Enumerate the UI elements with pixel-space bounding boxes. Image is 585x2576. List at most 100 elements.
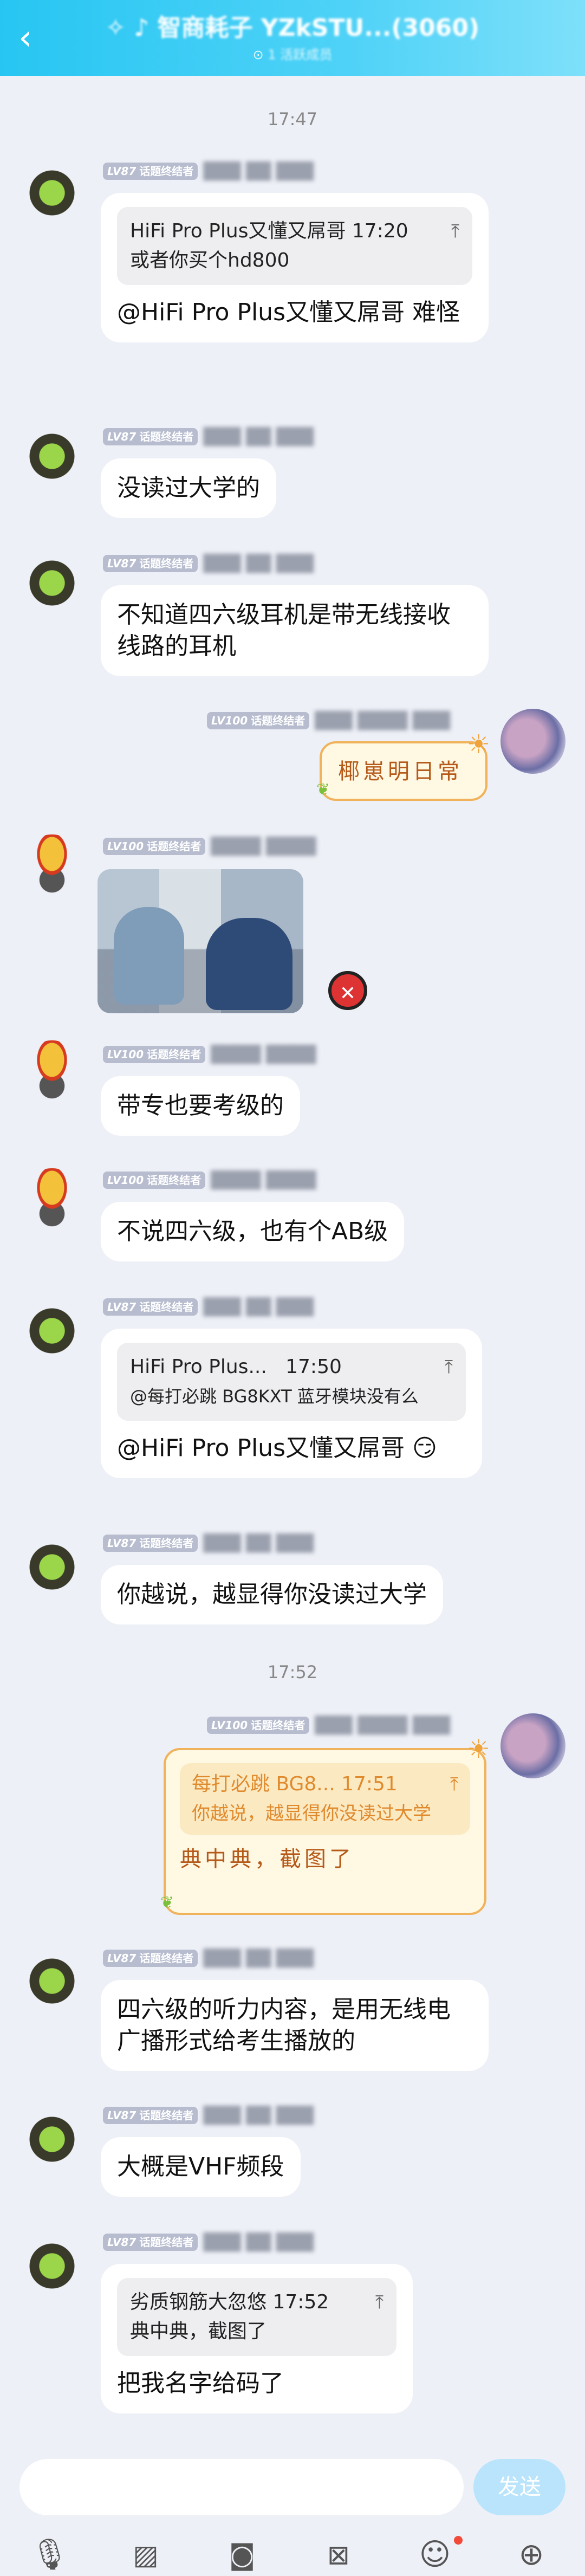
sun-decoration-icon: ☀ bbox=[467, 729, 491, 760]
level-badge: LV87 话题终结者 bbox=[103, 2107, 198, 2124]
message-text: 四六级的听力内容，是用无线电广播形式给考生播放的 bbox=[117, 1996, 451, 2055]
leaf-decoration-icon: ❦ bbox=[316, 780, 330, 799]
quoted-message[interactable]: 劣质钢筋大忽悠 17:52 ⤒ 典中典，截图了 bbox=[117, 2278, 396, 2356]
sticker-icon[interactable]: ✕ bbox=[328, 971, 367, 1010]
message-text: 大概是VHF频段 bbox=[117, 2153, 284, 2180]
avatar[interactable] bbox=[20, 547, 84, 612]
timestamp: 17:47 bbox=[267, 109, 318, 130]
quote-author: HiFi Pro Plus又懂又屌哥 17:20 bbox=[130, 220, 408, 242]
message-bubble[interactable]: HiFi Pro Plus... 17:50 ⤒ @每打必跳 BG8KXT 蓝牙… bbox=[101, 1329, 482, 1478]
message-bubble[interactable]: 带专也要考级的 bbox=[101, 1076, 300, 1136]
message-text: 带专也要考级的 bbox=[117, 1092, 284, 1119]
avatar[interactable] bbox=[20, 1295, 84, 1360]
avatar[interactable] bbox=[20, 1040, 84, 1105]
sender-meta: LV87 话题终结者 ███ ██ ███ bbox=[103, 1947, 314, 1969]
message-text: 典中典，截图了 bbox=[180, 1847, 354, 1872]
avatar[interactable] bbox=[20, 1531, 84, 1596]
sender-meta: LV87 话题终结者 ███ ██ ███ bbox=[103, 1296, 314, 1318]
avatar[interactable] bbox=[20, 2230, 84, 2295]
message-text: 不知道四六级耳机是带无线接收线路的耳机 bbox=[117, 601, 451, 660]
level-badge: LV87 话题终结者 bbox=[103, 1535, 198, 1552]
sender-name: ███ ████ ███ bbox=[315, 1716, 451, 1735]
sender-name: ████ ████ bbox=[211, 1045, 316, 1064]
quoted-message[interactable]: HiFi Pro Plus... 17:50 ⤒ @每打必跳 BG8KXT 蓝牙… bbox=[117, 1343, 466, 1421]
avatar[interactable] bbox=[20, 420, 84, 486]
level-badge: LV87 话题终结者 bbox=[103, 163, 198, 180]
message-bubble[interactable]: 你越说，越显得你没读过大学 bbox=[101, 1565, 443, 1624]
sender-name: ███ ██ ███ bbox=[203, 2232, 314, 2252]
sender-name: ███ ██ ███ bbox=[203, 1297, 314, 1317]
mic-icon[interactable]: 🎙︎ bbox=[30, 2536, 69, 2574]
emoji-icon[interactable]: ☺ bbox=[416, 2536, 454, 2574]
avatar[interactable] bbox=[500, 709, 566, 774]
sender-meta: LV100 话题终结者 ████ ████ bbox=[103, 1169, 316, 1191]
message-bubble[interactable]: HiFi Pro Plus又懂又屌哥 17:20 ⤒ 或者你买个hd800 @H… bbox=[101, 193, 489, 342]
avatar[interactable] bbox=[20, 2103, 84, 2169]
quote-author: 劣质钢筋大忽悠 17:52 bbox=[130, 2291, 329, 2313]
message-text: 把我名字给码了 bbox=[117, 2370, 284, 2397]
message-text: 不说四六级，也有个AB级 bbox=[117, 1218, 388, 1245]
message-bubble[interactable]: 每打必跳 BG8... 17:51 ⤒ 你越说，越显得你没读过大学 典中典，截图… bbox=[164, 1748, 486, 1915]
level-badge: LV87 话题终结者 bbox=[103, 428, 198, 445]
quote-text: 你越说，越显得你没读过大学 bbox=[192, 1803, 431, 1824]
quote-author: 每打必跳 BG8... 17:51 bbox=[192, 1773, 398, 1795]
avatar[interactable] bbox=[20, 834, 84, 899]
level-badge: LV87 话题终结者 bbox=[103, 2234, 198, 2251]
camera-icon[interactable]: ◙ bbox=[223, 2536, 261, 2574]
jump-up-icon[interactable]: ⤒ bbox=[450, 1770, 458, 1799]
chat-header: ‹ ✧ ♪ 智商耗子 YZkSTU...(3060) ⊙ 1 活跃成员 bbox=[0, 0, 585, 76]
quoted-message[interactable]: 每打必跳 BG8... 17:51 ⤒ 你越说，越显得你没读过大学 bbox=[180, 1763, 470, 1835]
sender-name: ████ ████ bbox=[211, 1170, 316, 1190]
level-badge: LV100 话题终结者 bbox=[207, 1717, 310, 1734]
jump-up-icon[interactable]: ⤒ bbox=[375, 2288, 384, 2317]
photo-message[interactable] bbox=[98, 869, 303, 1013]
input-bar: 发送 🎙︎ ▨ ◙ ⊠ ☺ ⊕ bbox=[0, 2438, 585, 2576]
message-bubble[interactable]: 不知道四六级耳机是带无线接收线路的耳机 bbox=[101, 585, 489, 676]
message-text: 你越说，越显得你没读过大学 bbox=[117, 1581, 427, 1608]
message-text: 椰崽明日常 bbox=[338, 759, 463, 784]
image-icon[interactable]: ▨ bbox=[127, 2536, 165, 2574]
level-badge: LV87 话题终结者 bbox=[103, 1950, 198, 1967]
quote-author: HiFi Pro Plus... 17:50 bbox=[130, 1356, 342, 1378]
send-button[interactable]: 发送 bbox=[473, 2459, 566, 2515]
jump-up-icon[interactable]: ⤒ bbox=[445, 1352, 453, 1382]
message-bubble[interactable]: 椰崽明日常 bbox=[320, 741, 487, 801]
plus-icon[interactable]: ⊕ bbox=[512, 2536, 550, 2574]
level-badge: LV100 话题终结者 bbox=[103, 1046, 206, 1063]
message-input[interactable] bbox=[20, 2459, 464, 2515]
message-bubble[interactable]: 没读过大学的 bbox=[101, 458, 276, 518]
message-bubble[interactable]: 大概是VHF频段 bbox=[101, 2137, 301, 2197]
sender-name: ███ ██ ███ bbox=[203, 427, 314, 446]
message-text: 没读过大学的 bbox=[117, 474, 260, 502]
timestamp: 17:52 bbox=[267, 1662, 318, 1682]
jump-up-icon[interactable]: ⤒ bbox=[451, 217, 459, 246]
member-count: 1 活跃成员 bbox=[268, 47, 333, 62]
photo-figure bbox=[206, 918, 292, 1010]
quote-text: 典中典，截图了 bbox=[130, 2320, 267, 2342]
message-bubble[interactable]: 不说四六级，也有个AB级 bbox=[101, 1202, 405, 1261]
avatar[interactable] bbox=[20, 157, 84, 222]
sender-name: ████ ████ bbox=[211, 837, 316, 856]
input-toolbar: 🎙︎ ▨ ◙ ⊠ ☺ ⊕ bbox=[0, 2530, 585, 2576]
quote-text: @每打必跳 BG8KXT 蓝牙模块没有么 bbox=[130, 1386, 419, 1407]
dot-icon: ⊙ bbox=[252, 47, 264, 62]
sender-name: ███ ████ ███ bbox=[315, 711, 451, 730]
sender-meta: LV100 话题终结者 ████ ████ bbox=[103, 836, 316, 857]
sender-meta: LV100 话题终结者 ███ ████ ███ bbox=[207, 1714, 450, 1736]
chat-title[interactable]: ✧ ♪ 智商耗子 YZkSTU...(3060) bbox=[60, 12, 525, 44]
avatar[interactable] bbox=[500, 1713, 566, 1778]
chevron-left-icon[interactable]: ‹ bbox=[18, 16, 51, 60]
message-bubble[interactable]: 劣质钢筋大忽悠 17:52 ⤒ 典中典，截图了 把我名字给码了 bbox=[101, 2264, 413, 2413]
red-packet-icon[interactable]: ⊠ bbox=[320, 2536, 358, 2574]
sender-meta: LV87 话题终结者 ███ ██ ███ bbox=[103, 160, 314, 182]
quoted-message[interactable]: HiFi Pro Plus又懂又屌哥 17:20 ⤒ 或者你买个hd800 bbox=[117, 207, 472, 285]
level-badge: LV100 话题终结者 bbox=[103, 838, 206, 855]
level-badge: LV87 话题终结者 bbox=[103, 555, 198, 572]
avatar[interactable] bbox=[20, 1168, 84, 1233]
level-badge: LV100 话题终结者 bbox=[103, 1172, 206, 1189]
message-bubble[interactable]: 四六级的听力内容，是用无线电广播形式给考生播放的 bbox=[101, 1980, 489, 2071]
avatar[interactable] bbox=[20, 1945, 84, 2010]
sun-decoration-icon: ☀ bbox=[467, 1734, 491, 1764]
sender-name: ███ ██ ███ bbox=[203, 161, 314, 181]
leaf-decoration-icon: ❦ bbox=[160, 1893, 174, 1912]
